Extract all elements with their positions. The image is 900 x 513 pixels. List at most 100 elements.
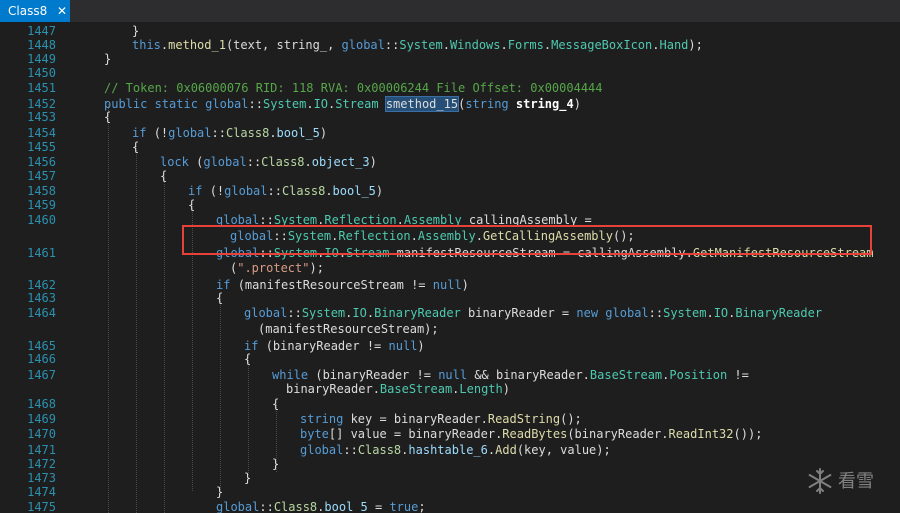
code-text: } <box>272 457 279 471</box>
line-number: 1462 <box>27 278 56 292</box>
code-text: // Token: 0x06000076 RID: 118 RVA: 0x000… <box>104 81 603 95</box>
code-token: null <box>432 278 462 292</box>
code-token: global <box>203 155 247 169</box>
code-token: :: <box>248 97 263 111</box>
code-token: IO <box>313 97 329 111</box>
code-token: ; <box>418 500 426 513</box>
code-token: hashtable_6 <box>408 443 488 457</box>
code-token: (manifestResourceStream != <box>237 278 433 292</box>
line-number: 1474 <box>27 485 56 499</box>
code-token: if <box>188 184 210 198</box>
line-number: 1449 <box>27 52 56 66</box>
line-number: 1466 <box>27 352 56 366</box>
code-text: } <box>132 24 139 38</box>
code-text: if (binaryReader != null) <box>244 339 425 353</box>
line-number: 1471 <box>27 443 56 457</box>
code-token: (text, string_, <box>225 38 342 52</box>
code-text: global::Class8.hashtable_6.Add(key, valu… <box>300 443 611 457</box>
code-token: { <box>216 291 224 305</box>
code-token: Forms <box>507 38 544 52</box>
code-token: :: <box>267 184 282 198</box>
code-token: while <box>272 368 316 382</box>
code-token: Class8 <box>357 443 402 457</box>
code-token: object_3 <box>311 155 370 169</box>
line-number: 1455 <box>27 140 56 154</box>
code-token: . <box>652 38 660 52</box>
snowflake-icon <box>808 468 832 494</box>
code-token: Windows <box>449 38 501 52</box>
line-number: 1447 <box>27 24 56 38</box>
code-token: System <box>663 306 707 320</box>
code-token: (! <box>209 184 225 198</box>
code-text: global::System.IO.BinaryReader binaryRea… <box>244 306 822 320</box>
code-token: new global <box>576 306 649 320</box>
code-token: IO <box>713 306 729 320</box>
code-token: bool_5 <box>276 126 320 140</box>
code-token: byte <box>300 427 329 441</box>
code-token: :: <box>648 306 664 320</box>
code-token: null <box>438 368 475 382</box>
code-token: && binaryReader. <box>474 368 590 382</box>
line-number: 1464 <box>27 306 56 320</box>
code-token: ) <box>461 278 469 292</box>
code-token: ) <box>573 97 581 111</box>
indent-guide <box>248 360 249 475</box>
code-token: . <box>269 126 277 140</box>
code-token: . <box>706 306 714 320</box>
code-token: :: <box>246 155 262 169</box>
line-number: 1456 <box>27 155 56 169</box>
code-token: IO <box>352 306 367 320</box>
line-number: 1457 <box>27 169 56 183</box>
code-token: ); <box>688 38 703 52</box>
code-token: :: <box>343 443 358 457</box>
code-token: bool_5 <box>332 184 376 198</box>
code-token: method_1 <box>168 38 226 52</box>
code-text: { <box>160 169 167 183</box>
code-text: } <box>216 485 223 499</box>
code-token: BinaryReader <box>735 306 823 320</box>
code-token: { <box>132 140 140 154</box>
code-text: global::Class8.bool_5 = true; <box>216 500 426 513</box>
code-token: Stream <box>335 97 386 111</box>
code-editor[interactable]: 1447} 1448 this. method_1(text, string_, gl… <box>0 22 900 513</box>
code-text: if (!global::Class8.bool_5) <box>188 184 383 198</box>
code-token: this <box>132 38 161 52</box>
code-text: binaryReader.BaseStream.Length) <box>286 382 510 396</box>
code-token: null <box>388 339 418 353</box>
code-token: (manifestResourceStream); <box>258 322 439 336</box>
code-token: . <box>306 97 314 111</box>
code-token: global <box>224 184 268 198</box>
code-text: { <box>272 397 279 411</box>
close-icon[interactable]: ✕ <box>55 0 69 22</box>
code-token: ) <box>375 184 384 198</box>
code-token: . <box>366 306 375 320</box>
code-token: (binaryReader. <box>567 427 669 441</box>
code-text: string key = binaryReader.ReadString(); <box>300 412 582 426</box>
tab-class8[interactable]: Class8 ✕ <box>0 0 70 22</box>
code-token: ) <box>502 382 510 396</box>
code-token: ); <box>309 261 324 275</box>
code-token: } <box>244 471 252 485</box>
line-number: 1470 <box>27 427 56 441</box>
line-number: 1465 <box>27 339 56 353</box>
code-token: ) <box>369 155 377 169</box>
code-token: :: <box>384 38 400 52</box>
code-text: public static global::System.IO.Stream s… <box>104 96 581 112</box>
line-number: 1454 <box>27 126 56 140</box>
line-number: 1453 <box>27 110 56 124</box>
code-token: BinaryReader <box>374 306 469 320</box>
code-token: :: <box>211 126 226 140</box>
code-token: binaryReader. <box>286 382 380 396</box>
line-number: 1473 <box>27 471 56 485</box>
indent-guide <box>108 104 109 513</box>
code-token: { <box>160 169 168 183</box>
code-text: if (!global::Class8.bool_5) <box>132 126 327 140</box>
code-token: lock <box>160 155 197 169</box>
code-token: { <box>104 110 112 124</box>
code-token: } <box>132 24 140 38</box>
code-token: (binaryReader != <box>265 339 389 353</box>
line-number: 1472 <box>27 457 56 471</box>
code-token: } <box>104 52 112 66</box>
code-token: public static <box>104 97 206 111</box>
code-token: = <box>374 500 390 513</box>
